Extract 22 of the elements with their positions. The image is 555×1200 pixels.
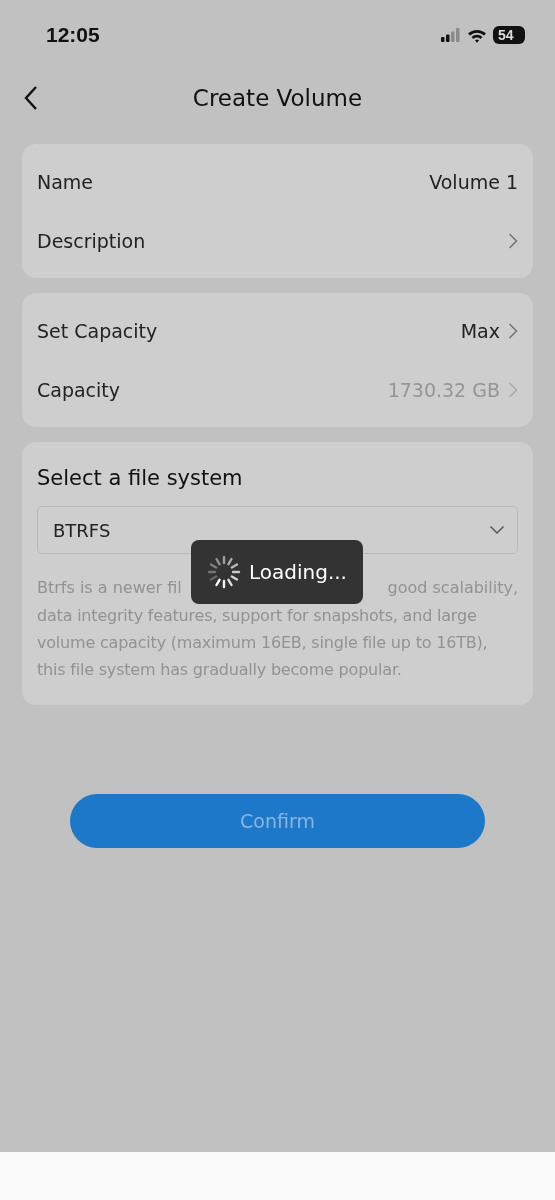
spinner-icon [207, 555, 241, 589]
signal-icon [441, 28, 461, 42]
battery-indicator: 54 [493, 26, 525, 44]
description-text: data integrity features, support for snapshots, and large volume capacity (maximum 16EB, single file up to 16TB), this file system has gradually become popular. [37, 605, 489, 681]
wifi-icon [467, 27, 487, 43]
section-heading: Select a file system [37, 466, 244, 490]
row-label: Set Capacity [37, 319, 158, 342]
back-icon[interactable] [24, 85, 38, 111]
row-label: Capacity [37, 378, 121, 401]
row-value: Volume 1 [429, 170, 518, 193]
row-label: Description [37, 229, 146, 252]
description-text: good scalability, [387, 577, 518, 599]
chevron-down-icon [489, 525, 505, 535]
loading-toast: Loading... [191, 540, 363, 604]
chevron-right-icon[interactable] [508, 321, 518, 340]
page-title: Create Volume [192, 85, 363, 111]
description-text: Btrfs is a newer fil [37, 577, 182, 599]
row-value[interactable]: Max [460, 319, 500, 342]
chevron-right-icon[interactable] [508, 231, 518, 250]
status-time: 12:05 [46, 23, 100, 47]
chevron-right-icon[interactable] [508, 380, 518, 399]
row-label: Name [37, 170, 94, 193]
